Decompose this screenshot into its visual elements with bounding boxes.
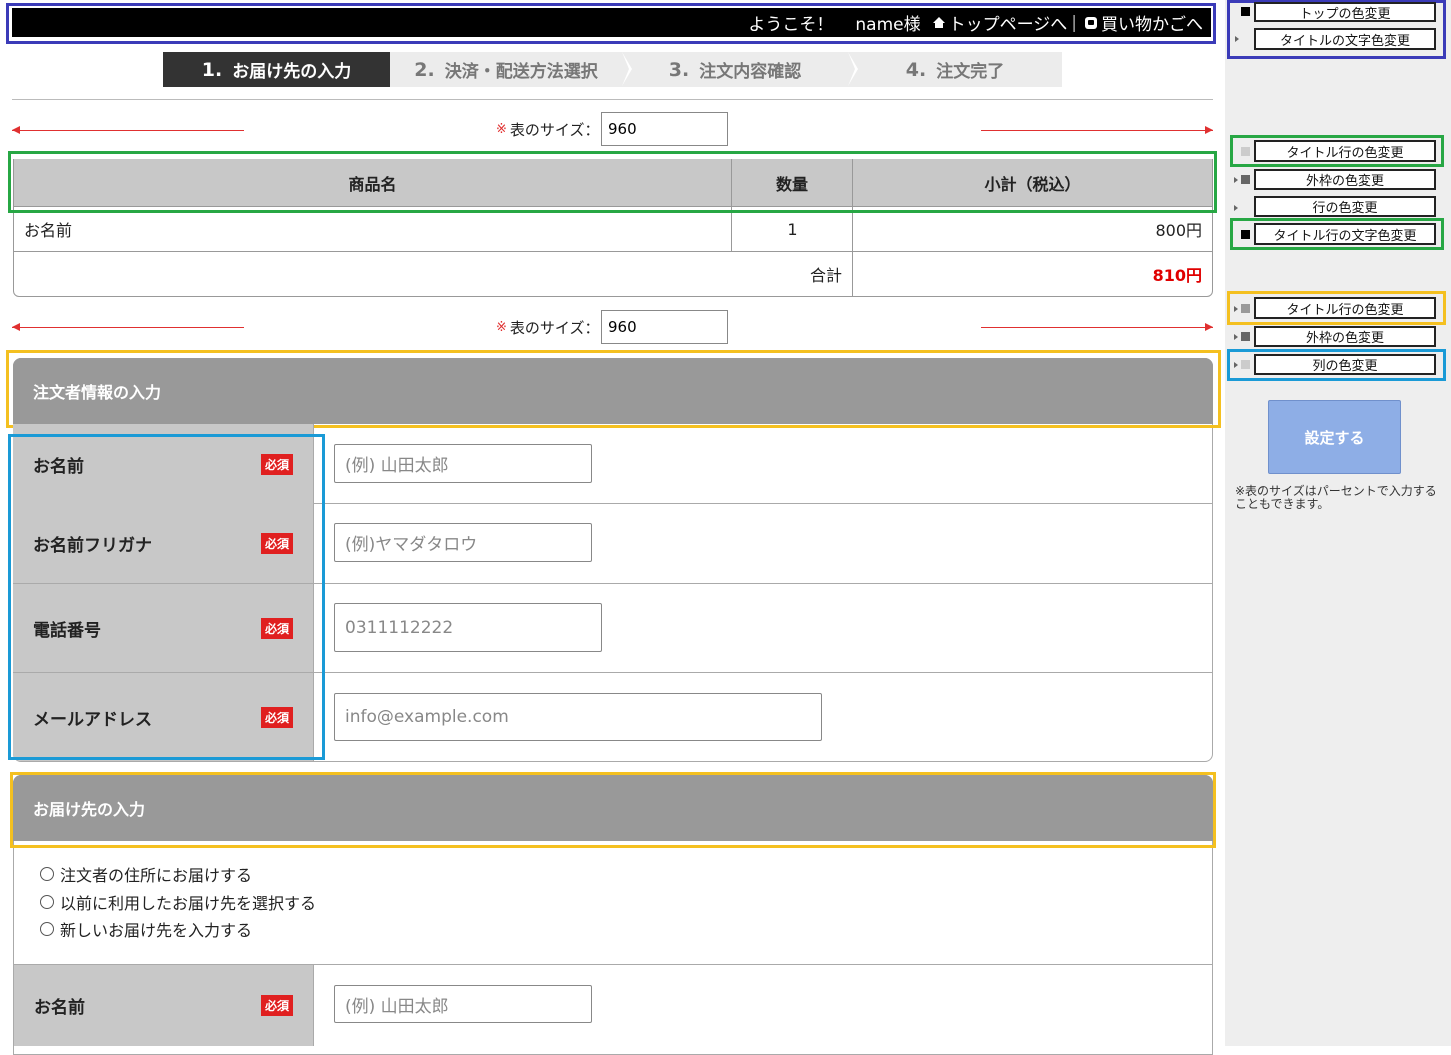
field-label-text: お名前 xyxy=(34,998,85,1018)
home-icon xyxy=(932,16,945,28)
step-label: 注文内容確認 xyxy=(699,62,802,82)
table-size-label: ※ 表のサイズ： xyxy=(496,310,599,344)
arrow-icon xyxy=(1235,36,1239,42)
radio-new-address[interactable]: 新しいお届け先を入力する xyxy=(40,917,252,941)
title-text-color-button[interactable]: タイトルの文字色変更 xyxy=(1254,28,1436,50)
color-swatch[interactable] xyxy=(1241,332,1250,341)
step-label: お届け先の入力 xyxy=(232,62,352,82)
step-label: 決済・配送方法選択 xyxy=(444,62,598,82)
radio-label: 新しいお届け先を入力する xyxy=(60,921,253,940)
size-note: ※表のサイズはパーセントで入力することもできます。 xyxy=(1235,484,1437,511)
table-size-text: 表のサイズ： xyxy=(509,120,600,139)
table-size-text: 表のサイズ： xyxy=(509,318,600,337)
cart-icon xyxy=(1085,16,1097,29)
step-number: 1. xyxy=(201,58,223,81)
column-color-button[interactable]: 列の色変更 xyxy=(1254,354,1436,375)
radio-label: 以前に利用したお届け先を選択する xyxy=(60,894,317,913)
step-divider xyxy=(622,52,629,86)
arrow-icon xyxy=(1234,205,1238,211)
row-color-button[interactable]: 行の色変更 xyxy=(1254,196,1436,217)
right-arrow-line xyxy=(981,323,1213,331)
color-swatch[interactable] xyxy=(1241,7,1250,16)
welcome-text: ようこそ！ xyxy=(748,15,834,35)
radio-previous-address[interactable]: 以前に利用したお届け先を選択する xyxy=(40,890,316,914)
header-separator: | xyxy=(1071,12,1077,33)
radio-circle-icon xyxy=(40,922,54,936)
color-swatch[interactable] xyxy=(1241,175,1250,184)
phone-input[interactable]: 0311112222 xyxy=(334,603,602,652)
table-size-input[interactable] xyxy=(601,112,728,146)
color-swatch[interactable] xyxy=(1241,147,1250,156)
step-number: 2. xyxy=(414,58,435,81)
title-row-color-button-2[interactable]: タイトル行の色変更 xyxy=(1254,297,1436,319)
title-row-text-color-button[interactable]: タイトル行の文字色変更 xyxy=(1254,223,1436,245)
top-page-link[interactable]: トップページへ xyxy=(949,10,1068,35)
table-size-input[interactable] xyxy=(601,310,728,344)
apply-button[interactable]: 設定する xyxy=(1268,400,1401,474)
title-row-color-button[interactable]: タイトル行の色変更 xyxy=(1254,140,1436,162)
arrow-icon xyxy=(1234,334,1238,340)
total-value: 810円 xyxy=(1152,266,1202,285)
right-arrow-line xyxy=(981,126,1213,134)
table-size-label: ※ 表のサイズ： xyxy=(496,112,599,146)
arrow-icon xyxy=(1234,177,1238,183)
asterisk-mark: ※ xyxy=(496,319,507,335)
radio-circle-icon xyxy=(40,895,54,909)
furigana-input[interactable]: (例)ヤマダタロウ xyxy=(334,523,592,562)
arrow-icon xyxy=(1234,362,1238,368)
step-4: 4. 注文完了 xyxy=(848,52,1062,87)
cart-subtotal: 800円 xyxy=(1155,221,1202,240)
user-name: name様 xyxy=(855,15,921,35)
header-bar: ようこそ！ name様 トップページへ | 買い物かごへ xyxy=(12,8,1211,37)
total-label: 合計 xyxy=(809,266,842,285)
step-number: 4. xyxy=(905,58,927,81)
step-2: 2. 決済・配送方法選択 xyxy=(390,52,632,87)
border-color-button-2[interactable]: 外枠の色変更 xyxy=(1254,326,1436,347)
required-badge: 必須 xyxy=(260,995,293,1016)
label-column-highlight-frame xyxy=(8,434,325,760)
color-swatch[interactable] xyxy=(1241,304,1250,313)
table-header-highlight-frame xyxy=(8,151,1217,213)
color-swatch[interactable] xyxy=(1241,360,1250,369)
step-1: 1. お届け先の入力 xyxy=(163,52,404,87)
field-label-delivery-name: お名前 必須 xyxy=(14,965,313,1046)
name-input[interactable]: (例) 山田太郎 xyxy=(334,444,592,483)
radio-orderer-address[interactable]: 注文者の住所にお届けする xyxy=(40,862,252,886)
col-divider xyxy=(313,965,314,1046)
step-number: 3. xyxy=(668,58,690,81)
step-3: 3. 注文内容確認 xyxy=(622,52,858,87)
border-color-button[interactable]: 外枠の色変更 xyxy=(1254,169,1436,190)
cart-link[interactable]: 買い物かごへ xyxy=(1101,10,1203,35)
radio-circle-icon xyxy=(40,867,54,881)
divider xyxy=(12,99,1213,100)
cart-product-name: お名前 xyxy=(24,221,73,240)
orderer-title-highlight-frame xyxy=(6,350,1221,428)
cart-quantity: 1 xyxy=(787,219,798,239)
top-color-button[interactable]: トップの色変更 xyxy=(1254,2,1436,22)
delivery-name-input[interactable]: (例) 山田太郎 xyxy=(334,985,592,1023)
step-divider xyxy=(848,52,855,86)
asterisk-mark: ※ xyxy=(496,121,507,137)
step-label: 注文完了 xyxy=(936,62,1005,82)
left-arrow-line xyxy=(12,126,244,134)
delivery-title-highlight-frame xyxy=(10,772,1216,848)
radio-label: 注文者の住所にお届けする xyxy=(60,866,253,885)
left-arrow-line xyxy=(12,323,244,331)
arrow-icon xyxy=(1234,306,1238,312)
color-swatch[interactable] xyxy=(1241,230,1250,239)
email-input[interactable]: info@example.com xyxy=(334,693,822,741)
